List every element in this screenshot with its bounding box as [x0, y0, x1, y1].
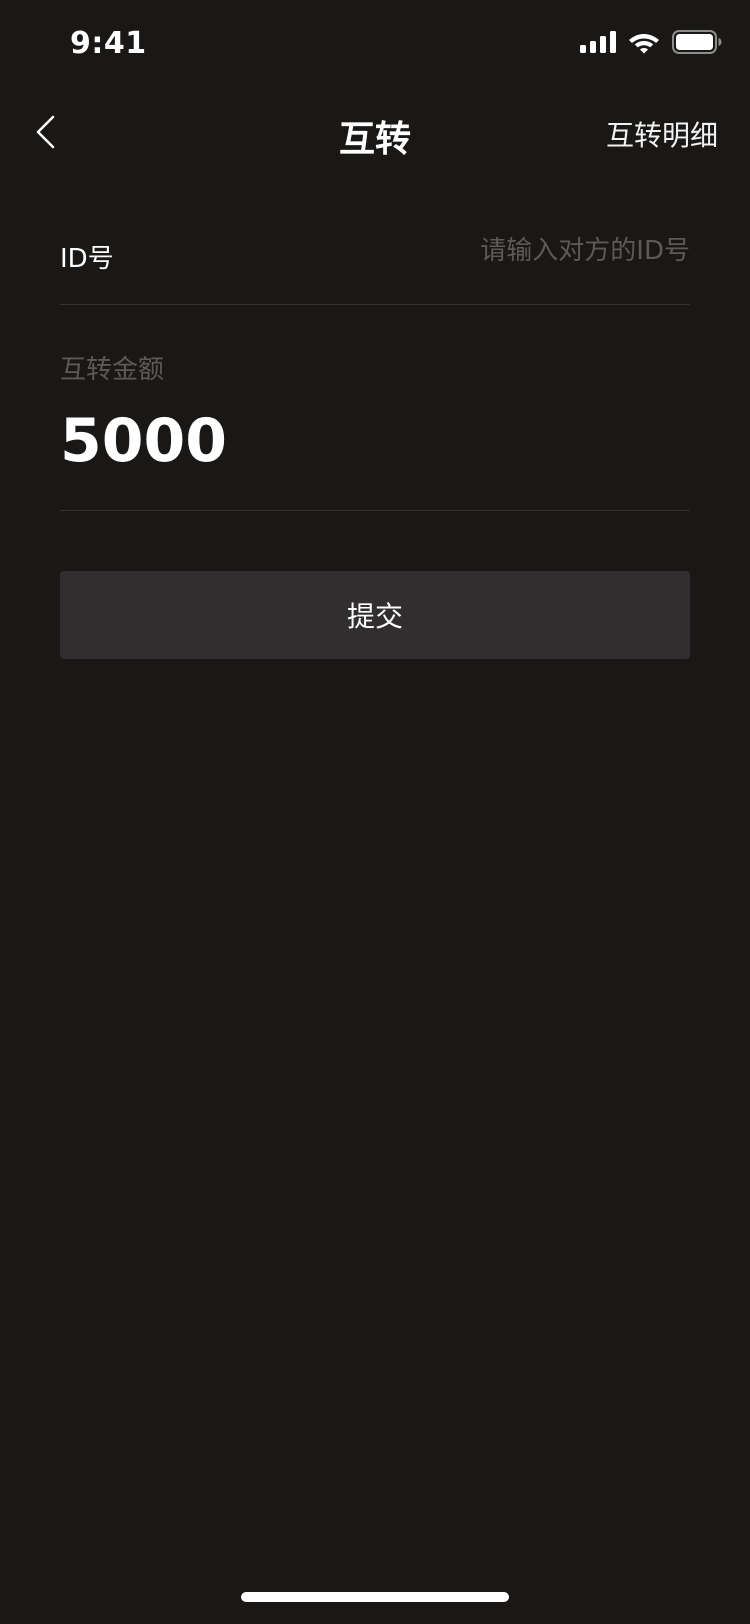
id-row: ID号: [60, 200, 690, 305]
nav-bar: 互转 互转明细: [0, 88, 750, 176]
home-indicator: [241, 1592, 509, 1602]
amount-row[interactable]: 5000: [60, 386, 690, 511]
wifi-icon: [629, 34, 659, 54]
status-time: 9:41: [70, 26, 147, 61]
status-icons: [580, 30, 722, 54]
cellular-signal-icon: [580, 31, 616, 53]
id-label: ID号: [60, 244, 114, 274]
amount-label: 互转金额: [60, 355, 165, 385]
transfer-history-link[interactable]: 互转明细: [606, 114, 718, 154]
id-input[interactable]: [270, 228, 690, 274]
status-bar: 9:41: [0, 0, 750, 88]
battery-icon: [672, 30, 722, 54]
amount-input[interactable]: 5000: [60, 406, 227, 476]
submit-button[interactable]: 提交: [60, 571, 690, 659]
transfer-form: ID号 互转金额 5000 提交: [60, 200, 690, 659]
